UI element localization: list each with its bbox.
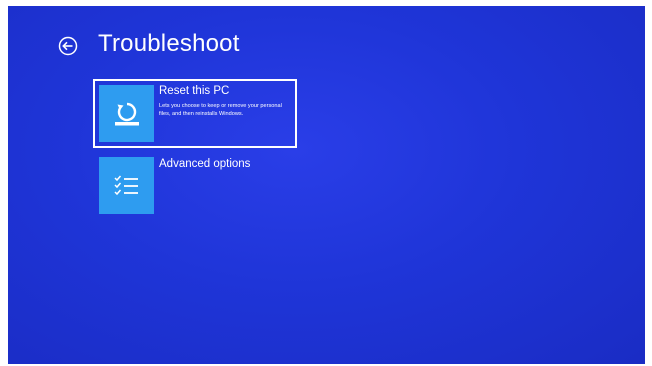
reset-this-pc-description: Lets you choose to keep or remove your p… [159, 103, 282, 117]
back-button[interactable] [58, 36, 78, 56]
back-arrow-icon [58, 36, 78, 56]
page-title: Troubleshoot [98, 30, 240, 57]
checklist-icon [113, 175, 138, 195]
advanced-options-label: Advanced options [159, 158, 251, 170]
advanced-options-option[interactable]: Advanced options [95, 154, 295, 219]
advanced-options-tile [99, 157, 154, 214]
reset-this-pc-label: Reset this PC [159, 85, 230, 97]
troubleshoot-screen: Troubleshoot Reset this PC Lets you choo… [8, 6, 645, 364]
reset-pc-icon [114, 102, 139, 125]
reset-this-pc-option[interactable]: Reset this PC Lets you choose to keep or… [93, 79, 297, 148]
reset-pc-tile [99, 85, 154, 142]
